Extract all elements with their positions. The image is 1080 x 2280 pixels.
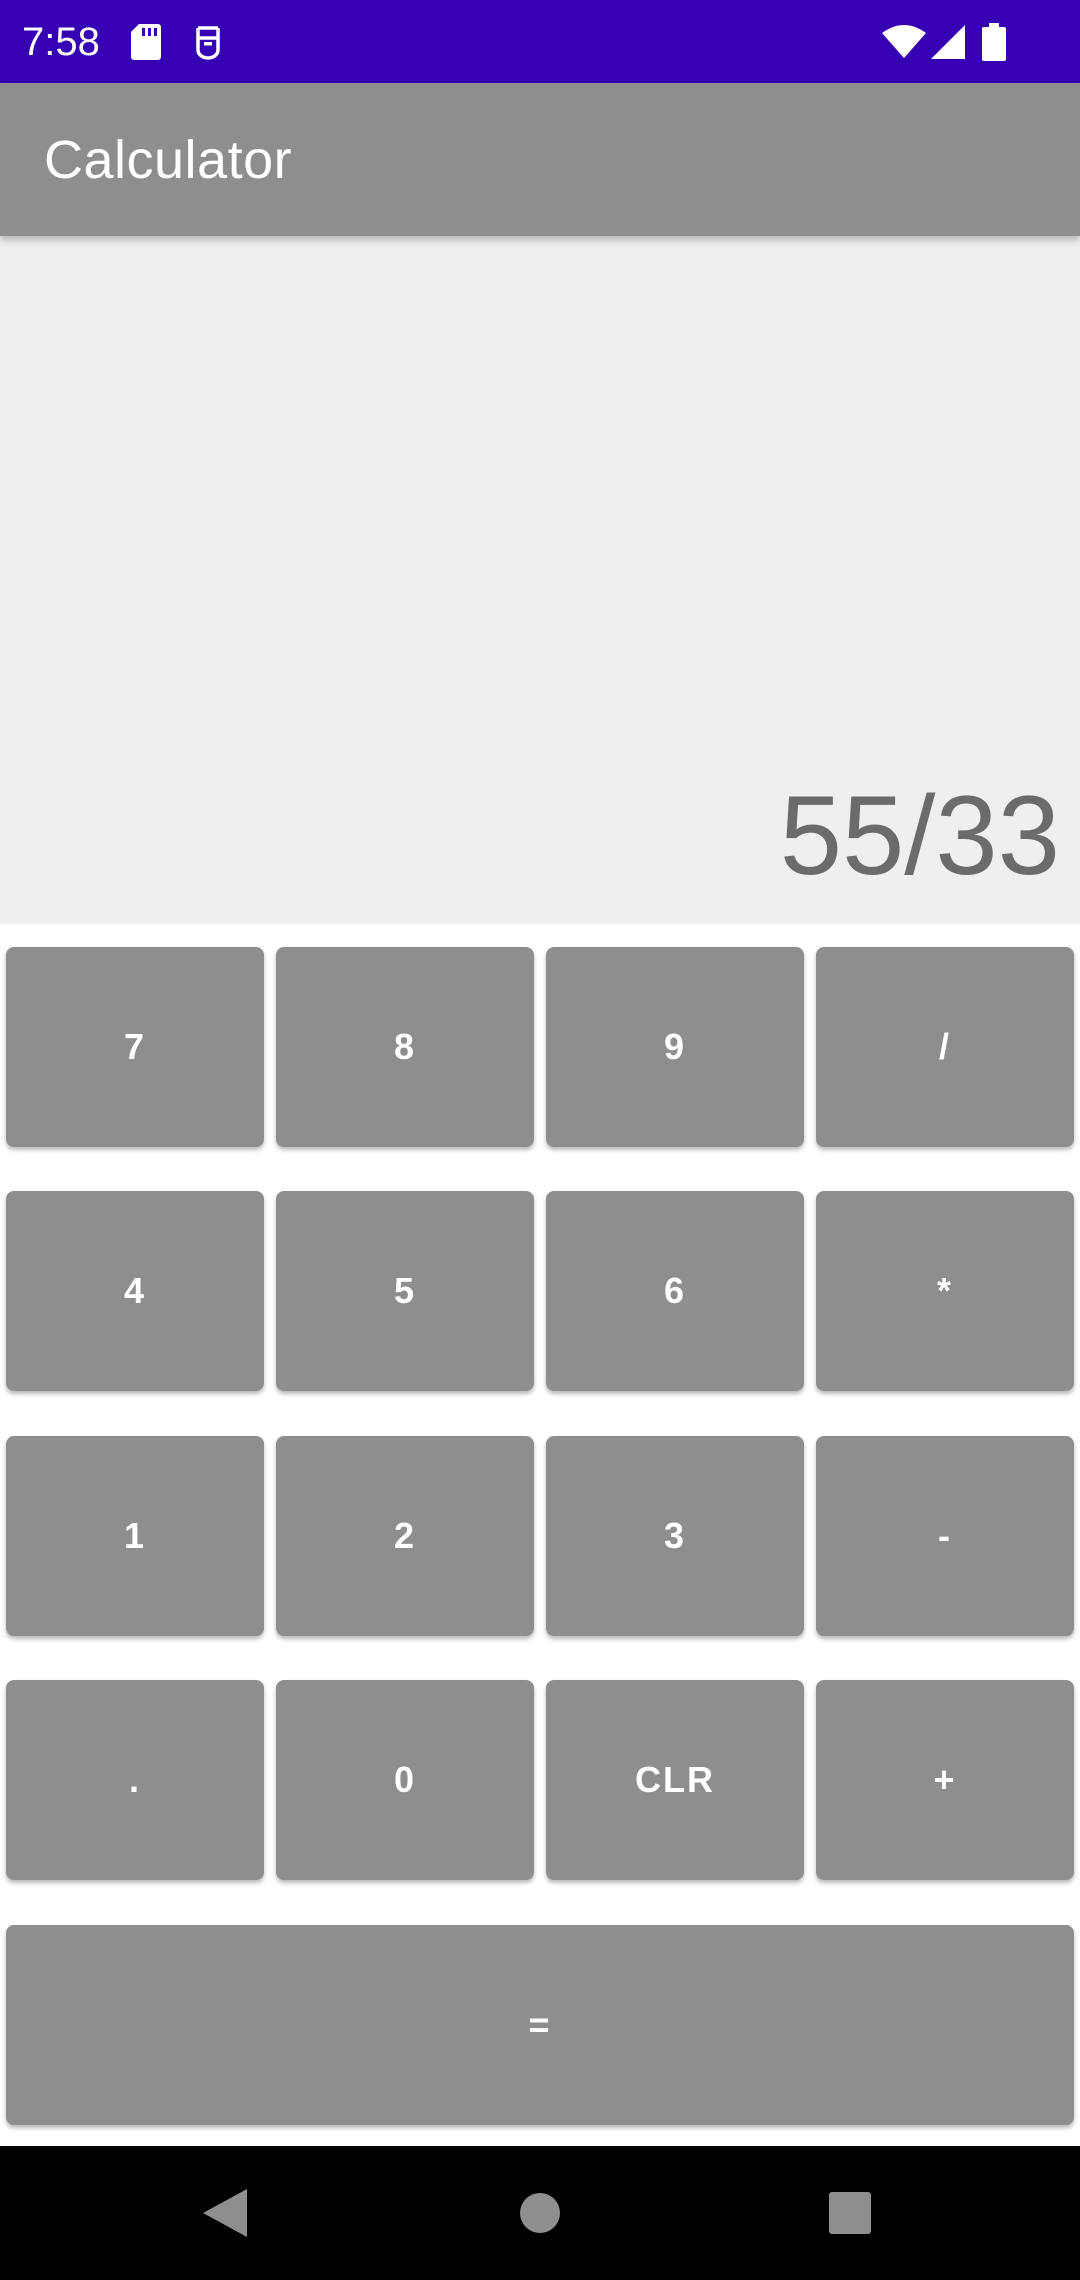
battery-icon	[974, 22, 1014, 62]
back-icon[interactable]	[190, 2178, 260, 2248]
key-clear[interactable]: CLR	[546, 1680, 804, 1880]
key-8[interactable]: 8	[276, 947, 534, 1147]
key-2[interactable]: 2	[276, 1436, 534, 1636]
key-9[interactable]: 9	[546, 947, 804, 1147]
status-time: 7:58	[22, 20, 100, 64]
key-3[interactable]: 3	[546, 1436, 804, 1636]
key-decimal[interactable]: .	[6, 1680, 264, 1880]
key-equals[interactable]: =	[6, 1925, 1074, 2125]
sd-card-icon	[126, 22, 166, 62]
key-6[interactable]: 6	[546, 1191, 804, 1391]
status-bar: 7:58	[0, 0, 1080, 83]
home-icon[interactable]	[505, 2178, 575, 2248]
cell-signal-icon	[928, 22, 968, 62]
display-expression: 55/33	[779, 773, 1060, 898]
app-title: Calculator	[44, 130, 293, 190]
keypad: 7 8 9 / 4 5 6 * 1 2 3 - . 0 CLR + =	[0, 924, 1080, 2146]
key-4[interactable]: 4	[6, 1191, 264, 1391]
key-1[interactable]: 1	[6, 1436, 264, 1636]
recents-icon[interactable]	[815, 2178, 885, 2248]
calculator-display: 55/33	[0, 236, 1080, 924]
key-multiply[interactable]: *	[816, 1191, 1074, 1391]
key-add[interactable]: +	[816, 1680, 1074, 1880]
navigation-bar	[0, 2146, 1080, 2280]
key-7[interactable]: 7	[6, 947, 264, 1147]
app-bar: Calculator	[0, 83, 1080, 236]
key-divide[interactable]: /	[816, 947, 1074, 1147]
wifi-icon	[880, 22, 928, 62]
key-0[interactable]: 0	[276, 1680, 534, 1880]
key-subtract[interactable]: -	[816, 1436, 1074, 1636]
debug-icon	[188, 22, 228, 62]
key-5[interactable]: 5	[276, 1191, 534, 1391]
